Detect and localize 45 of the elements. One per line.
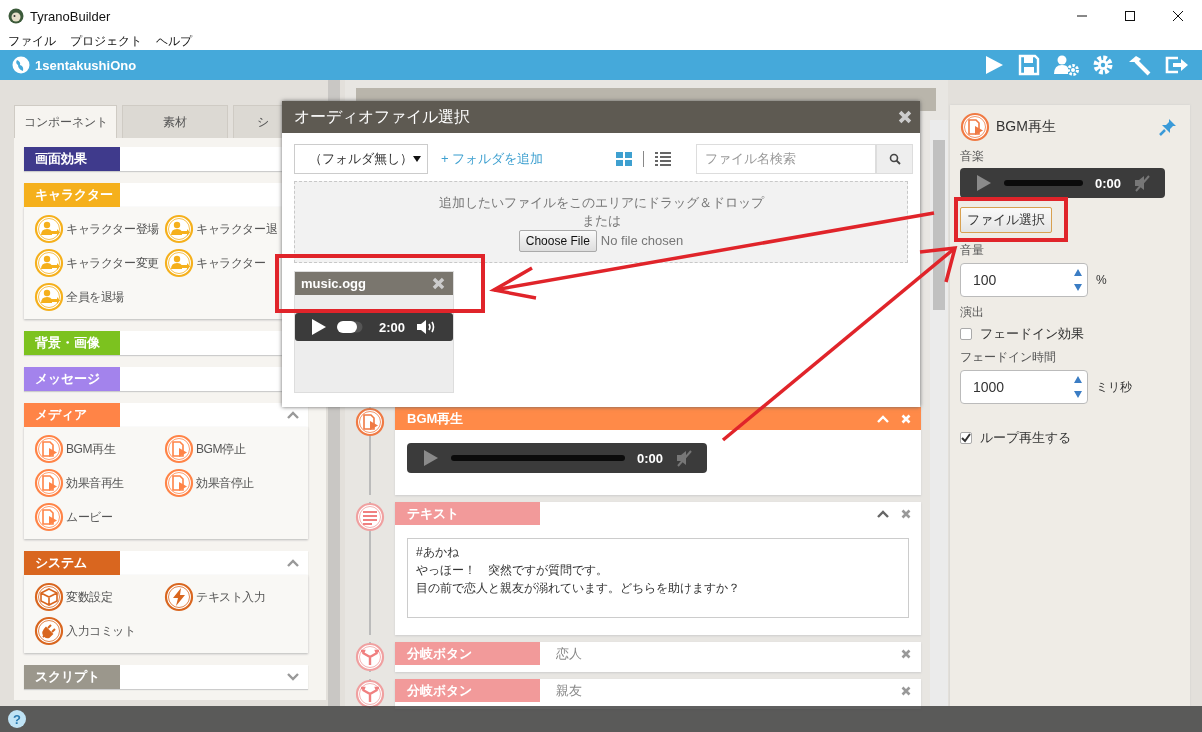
text-line: #あかね xyxy=(416,544,459,561)
text-line: 目の前で恋人と親友が溺れています。どちらを助けますか？ xyxy=(416,580,740,597)
duration: 2:00 xyxy=(379,319,406,335)
component-label: 効果音停止 xyxy=(196,474,254,492)
checkbox-label: フェードイン効果 xyxy=(980,325,1084,343)
category-label: メディア xyxy=(24,403,120,427)
component-label: 入力コミット xyxy=(66,622,136,640)
component-label: BGM停止 xyxy=(196,440,246,458)
category-label: スクリプト xyxy=(24,665,120,689)
file-status: No file chosen xyxy=(600,232,684,250)
field-label: 演出 xyxy=(960,304,985,321)
component-label: 変数設定 xyxy=(66,588,113,606)
component-label: キャラクター退 xyxy=(196,220,278,238)
component-label: キャラクター変更 xyxy=(66,254,159,272)
panel-title: BGM再生 xyxy=(996,118,1057,136)
component-label: テキスト入力 xyxy=(196,588,266,606)
field-label: フェードイン時間 xyxy=(960,349,1057,366)
block-value: 親友 xyxy=(555,681,583,700)
field-label: 音量 xyxy=(960,242,985,259)
window-title: TyranoBuilder xyxy=(30,8,112,24)
component-label: 効果音再生 xyxy=(66,474,124,492)
time-display: 0:00 xyxy=(1094,175,1121,191)
category-label: システム xyxy=(24,551,120,575)
checkbox-label: ループ再生する xyxy=(980,429,1071,447)
component-label: キャラクター登場 xyxy=(66,220,159,238)
dialog-title: オーディオファイル選択 xyxy=(294,106,470,127)
drop-hint: または xyxy=(581,212,621,230)
component-label: キャラクター xyxy=(196,254,266,272)
file-name: music.ogg xyxy=(301,276,366,291)
drop-hint: 追加したいファイルをこのエリアにドラッグ＆ドロップ xyxy=(438,194,764,212)
block-value: 恋人 xyxy=(555,644,583,663)
text-line: やっほー！ 突然ですが質問です。 xyxy=(416,562,608,579)
category-label: キャラクター xyxy=(24,183,120,207)
category-label: 画面効果 xyxy=(24,147,120,171)
field-label: 音楽 xyxy=(960,148,985,165)
unit-label: % xyxy=(1096,273,1107,287)
component-label: BGM再生 xyxy=(66,440,116,458)
component-label: 全員を退場 xyxy=(66,288,124,306)
block-title: BGM再生 xyxy=(406,409,464,428)
category-label: メッセージ xyxy=(24,367,120,391)
time-display: 0:00 xyxy=(636,450,663,466)
category-label: 背景・画像 xyxy=(24,331,120,355)
unit-label: ミリ秒 xyxy=(1096,378,1132,396)
project-name: 1sentakushiOno xyxy=(35,57,138,73)
component-label: ムービー xyxy=(66,508,113,526)
